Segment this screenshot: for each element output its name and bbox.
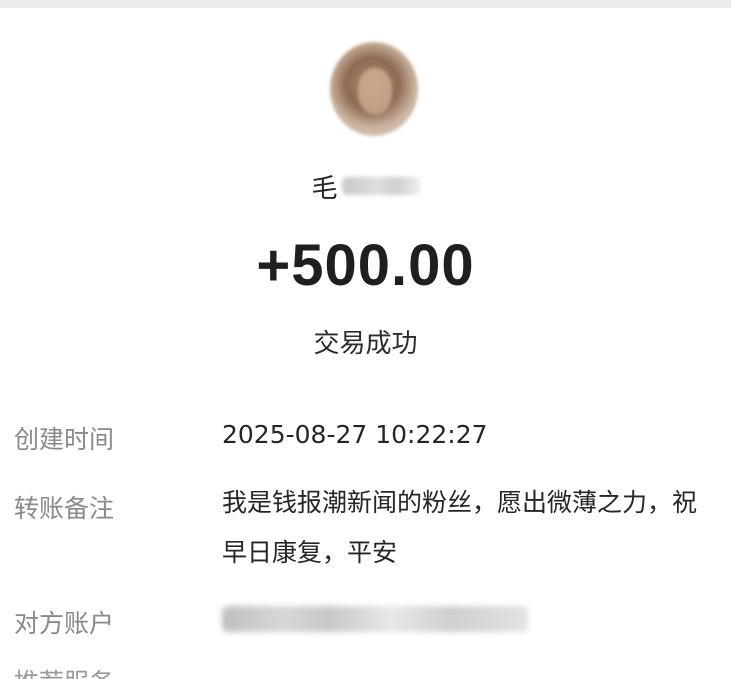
top-separator [0, 0, 731, 8]
created-time-label: 创建时间 [14, 425, 115, 454]
next-row-label-partial: 推荐服务 [14, 668, 134, 679]
note-label: 转账备注 [14, 494, 115, 523]
account-value-redacted [222, 606, 528, 632]
payer-name-redacted [341, 177, 420, 195]
account-label: 对方账户 [14, 609, 115, 638]
payer-name-row: 毛 [0, 168, 731, 204]
transaction-status: 交易成功 [313, 329, 418, 359]
avatar[interactable] [330, 42, 418, 136]
transaction-amount: +500.00 [256, 233, 475, 298]
note-value: 我是钱报潮新闻的粉丝，愿出微薄之力，祝早日康复，平安 [222, 488, 698, 567]
avatar-face [358, 68, 392, 114]
payer-name: 毛 [311, 173, 338, 204]
created-time-value: 2025-08-27 10:22:27 [222, 420, 488, 449]
